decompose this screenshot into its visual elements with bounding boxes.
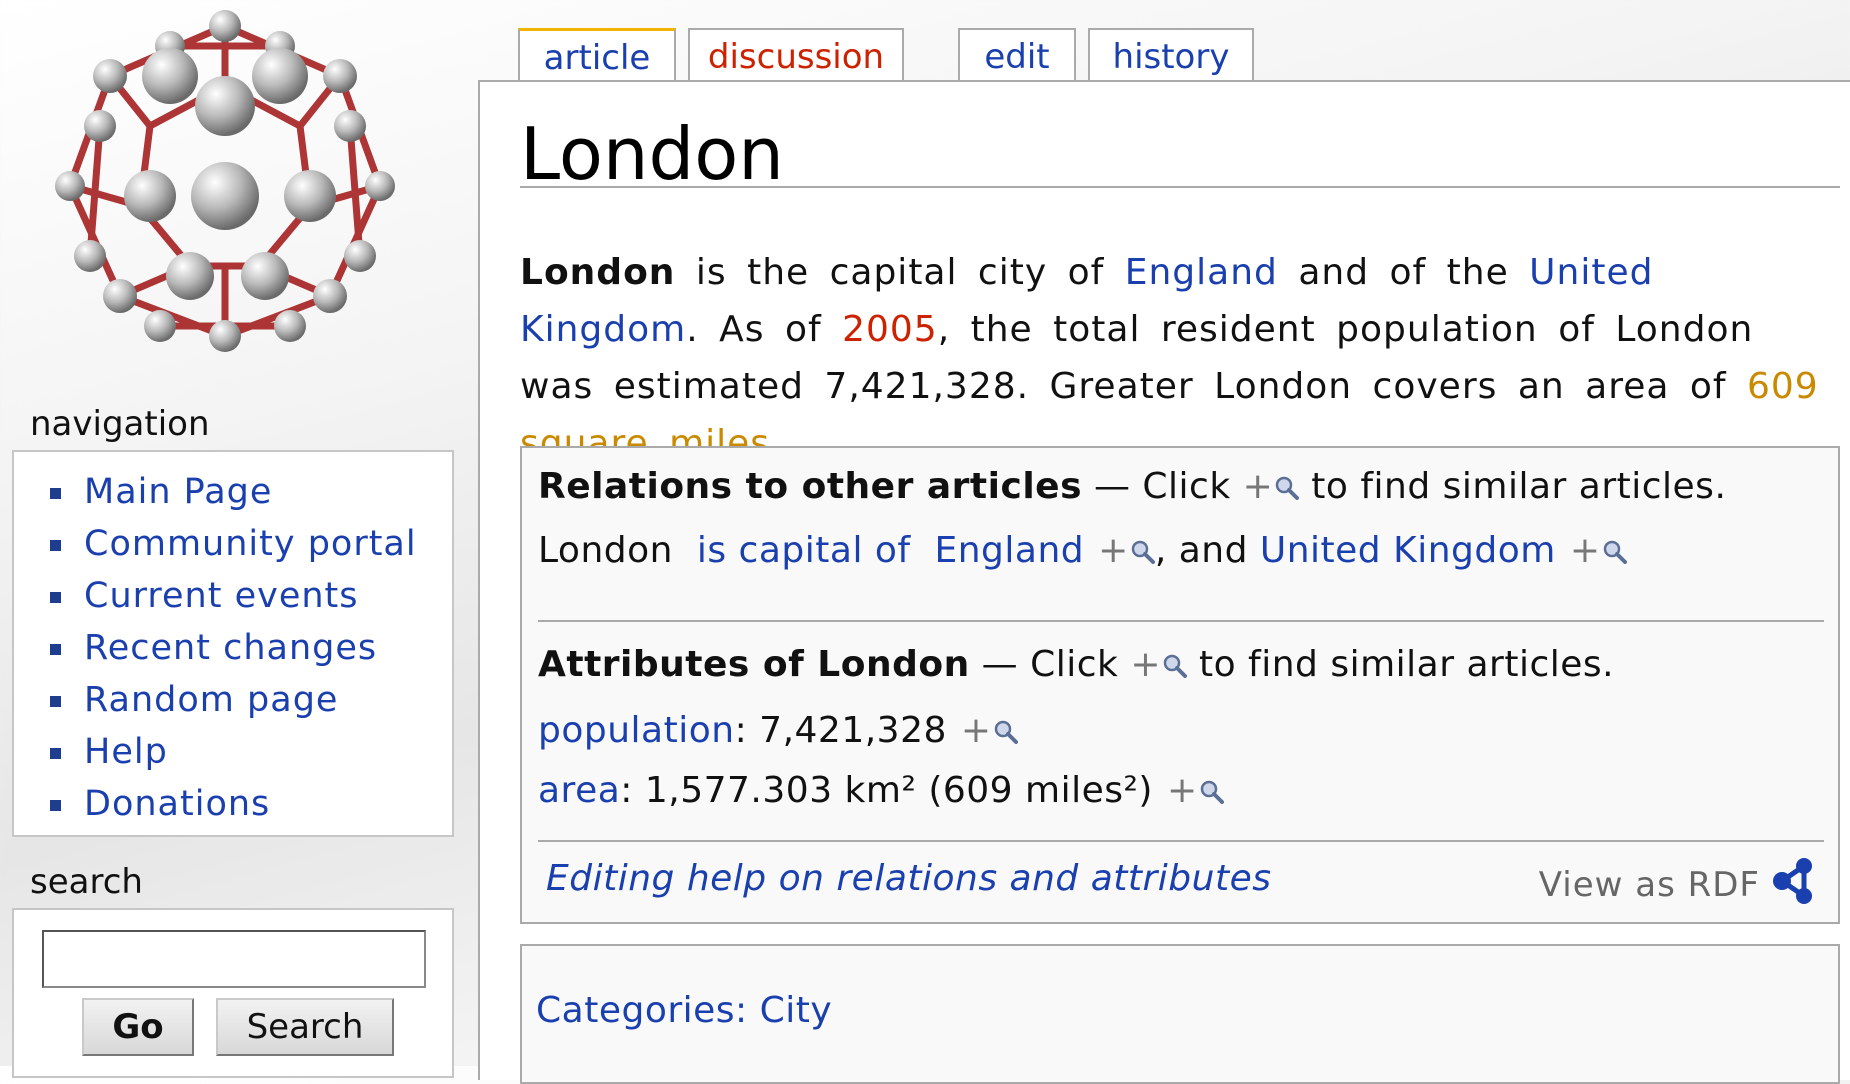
nav-item-help[interactable]: Help: [14, 726, 452, 778]
nav-item-main-page[interactable]: Main Page: [14, 466, 452, 518]
relation-row: London is capital of England + , and Unite…: [538, 530, 1627, 571]
magnifier-icon: [994, 720, 1018, 744]
relations-hint-post: to find similar articles.: [1299, 466, 1727, 507]
population-colon: :: [734, 710, 748, 751]
bullet-icon: [50, 800, 61, 811]
link-relation-united-kingdom[interactable]: United Kingdom: [1260, 530, 1556, 571]
attributes-header: Attributes of London — Click + to find s…: [538, 644, 1614, 685]
nav-item-donations[interactable]: Donations: [14, 778, 452, 830]
bullet-icon: [50, 748, 61, 759]
bullet-icon: [50, 696, 61, 707]
area-colon: :: [620, 770, 633, 811]
relations-heading: Relations to other articles: [538, 466, 1083, 507]
factbox-divider: [538, 840, 1824, 842]
attribute-row-area: area: 1,577.303 km² (609 miles²) +: [538, 770, 1224, 811]
navigation-portlet: Main Page Community portal Current event…: [12, 450, 454, 837]
site-logo[interactable]: [40, 6, 410, 376]
magnifier-icon: [1131, 540, 1155, 564]
semantic-factbox: Relations to other articles — Click + to…: [520, 446, 1840, 924]
nav-link-main-page[interactable]: Main Page: [84, 472, 272, 512]
view-as-rdf-label: View as RDF: [1538, 865, 1760, 905]
go-button[interactable]: Go: [82, 998, 194, 1056]
nav-item-recent-changes[interactable]: Recent changes: [14, 622, 452, 674]
intro-text-1: is the capital city of: [675, 252, 1125, 293]
search-portlet: Go Search: [12, 908, 454, 1078]
tab-article-label: article: [543, 38, 651, 78]
editing-help-link[interactable]: Editing help on relations and attributes: [546, 858, 1272, 899]
nav-item-random-page[interactable]: Random page: [14, 674, 452, 726]
page-title: London: [520, 112, 784, 196]
tab-article[interactable]: article: [518, 28, 676, 84]
tab-discussion[interactable]: discussion: [688, 28, 904, 82]
plus-sign: +: [1569, 530, 1601, 571]
search-similar-area[interactable]: +: [1167, 770, 1224, 811]
intro-subject: London: [520, 252, 676, 293]
population-value: 7,421,328: [759, 710, 947, 751]
search-input[interactable]: [42, 930, 426, 988]
link-area[interactable]: area: [538, 770, 620, 811]
link-is-capital-of[interactable]: is capital of: [697, 530, 911, 571]
link-england[interactable]: England: [1125, 252, 1278, 293]
tab-history[interactable]: history: [1088, 28, 1254, 82]
intro-text-3: . As of: [686, 309, 843, 350]
attributes-heading: Attributes of London: [538, 644, 970, 685]
nav-item-current-events[interactable]: Current events: [14, 570, 452, 622]
factbox-divider: [538, 620, 1824, 622]
attribute-row-population: population: 7,421,328 +: [538, 710, 1018, 751]
intro-text-2: and of the: [1277, 252, 1530, 293]
magnifier-icon: [1276, 476, 1300, 500]
tab-edit[interactable]: edit: [958, 28, 1076, 82]
categories-colon: :: [735, 990, 748, 1031]
search-similar-united-kingdom[interactable]: +: [1570, 530, 1627, 571]
magnifier-icon: [1200, 780, 1224, 804]
relations-hint-pre: — Click: [1082, 466, 1243, 507]
categories-label-link[interactable]: Categories:: [536, 990, 748, 1031]
bullet-icon: [50, 488, 61, 499]
search-button[interactable]: Search: [216, 998, 394, 1056]
plus-sign: +: [1130, 644, 1162, 685]
search-similar-england[interactable]: +: [1098, 530, 1155, 571]
view-as-rdf[interactable]: View as RDF: [1539, 856, 1818, 906]
nav-link-community-portal[interactable]: Community portal: [84, 524, 417, 564]
nav-link-recent-changes[interactable]: Recent changes: [84, 628, 377, 668]
nav-link-donations[interactable]: Donations: [84, 784, 270, 824]
nav-item-community-portal[interactable]: Community portal: [14, 518, 452, 570]
relation-separator: , and: [1154, 530, 1260, 571]
link-2005[interactable]: 2005: [842, 309, 938, 350]
title-divider: [520, 186, 1840, 188]
nav-link-current-events[interactable]: Current events: [84, 576, 359, 616]
categories-box: Categories: City: [520, 944, 1840, 1084]
tab-history-label: history: [1112, 37, 1230, 77]
attributes-hint-pre: — Click: [969, 644, 1131, 685]
bullet-icon: [50, 540, 61, 551]
intro-paragraph: London is the capital city of England an…: [520, 244, 1832, 472]
category-link-city[interactable]: City: [760, 990, 833, 1031]
attributes-hint-post: to find similar articles.: [1187, 644, 1615, 685]
search-heading: search: [30, 862, 143, 902]
search-similar-population[interactable]: +: [961, 710, 1018, 751]
plus-sign: +: [1242, 466, 1274, 507]
area-value: 1,577.303 km² (609 miles²): [644, 770, 1153, 811]
plus-sign: +: [960, 710, 992, 751]
relations-header: Relations to other articles — Click + to…: [538, 466, 1726, 507]
bullet-icon: [50, 644, 61, 655]
categories-label: Categories: [536, 990, 736, 1031]
nav-link-random-page[interactable]: Random page: [84, 680, 338, 720]
tab-edit-label: edit: [984, 37, 1050, 77]
tab-discussion-label: discussion: [707, 37, 885, 77]
plus-sign: +: [1166, 770, 1198, 811]
rdf-share-icon: [1773, 858, 1812, 904]
nav-link-help[interactable]: Help: [84, 732, 168, 772]
categories-line: Categories: City: [536, 990, 832, 1031]
navigation-heading: navigation: [30, 404, 210, 444]
magnifier-icon: [1163, 654, 1188, 678]
link-population[interactable]: population: [538, 710, 735, 751]
relation-subject: London: [538, 530, 673, 571]
plus-sign: +: [1098, 530, 1129, 571]
link-relation-england[interactable]: England: [934, 530, 1084, 571]
bullet-icon: [50, 592, 61, 603]
magnifier-icon: [1603, 540, 1627, 564]
